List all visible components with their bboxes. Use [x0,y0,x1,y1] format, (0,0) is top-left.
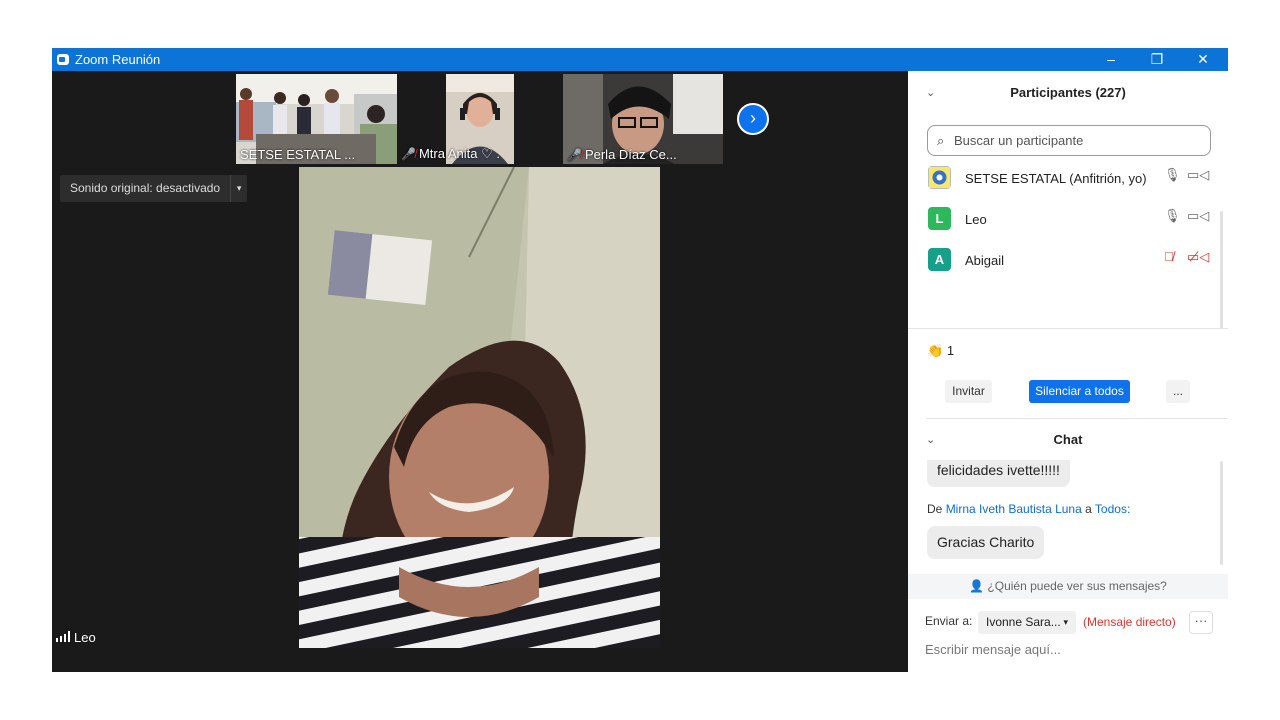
thumbnail-name: 🎤̸ Perla Díaz Ce... [567,147,677,162]
close-button[interactable]: ✕ [1180,48,1226,71]
video-camera-icon[interactable]: ▭◁ [1187,167,1209,183]
recipient-select[interactable]: Ivonne Sara... ▾ [978,611,1076,634]
thumbnail-name: SETSE ESTATAL ... [240,147,356,162]
video-camera-off-icon[interactable]: ▭̸◁ [1187,249,1209,265]
participants-title: Participantes (227) [1010,85,1126,100]
chat-compose-input[interactable]: Escribir mensaje aquí... [925,642,1061,657]
to-prefix: a [1085,502,1092,516]
participant-row-leo[interactable]: L Leo 🎙 ▭◁ [908,200,1218,241]
search-placeholder: Buscar un participante [954,133,1084,148]
speaker-video-feed [299,167,660,648]
chat-title: Chat [1053,432,1083,447]
mic-muted-icon: 🎤̸ [567,148,582,162]
zoom-app-icon [57,54,69,65]
microphone-muted-icon[interactable]: 🎙̸ [1164,249,1174,264]
avatar: A [928,248,951,271]
minimize-button[interactable]: – [1088,48,1134,71]
chat-message: Gracias Charito [927,526,1045,559]
video-camera-icon[interactable]: ▭◁ [1187,208,1209,224]
sender-name[interactable]: Mirna Iveth Bautista Luna [946,502,1082,516]
thumbnail-anita[interactable]: 🎤̸ Mtra Anita ♡ . [397,74,557,164]
thumbnail-setse[interactable]: SETSE ESTATAL ... [236,74,397,164]
next-page-button[interactable]: › [737,103,769,135]
mic-muted-icon: 🎤̸ [401,147,416,161]
chat-header: ⌄ Chat [908,418,1228,462]
chat-more-button[interactable]: ··· [1189,611,1213,634]
zoom-window: Zoom Reunión – ❐ ✕ SETSE ESTATAL ... 🎤̸ … [52,48,1228,672]
collapse-chevron-icon[interactable]: ⌄ [926,418,935,462]
chat-message: felicidades ivette!!!!! [927,460,1070,487]
participant-row-setse[interactable]: SETSE ESTATAL (Anfitrión, yo) 🎙 ▭◁ [908,159,1218,200]
avatar [928,166,951,189]
participant-actions: Invitar Silenciar a todos ... [908,380,1228,406]
thumbnail-name: 🎤̸ Mtra Anita ♡ . [401,146,500,162]
chat-message-header: De Mirna Iveth Bautista Luna a Todos: [927,502,1130,516]
send-to-label: Enviar a: [925,614,973,628]
side-panel: ⌄ Participantes (227) ⌕ Buscar un partic… [908,71,1228,672]
participant-name: Abigail [965,253,1005,268]
window-title: Zoom Reunión [75,52,161,67]
reaction-count: 1 [946,343,955,358]
mute-all-button[interactable]: Silenciar a todos [1029,380,1130,403]
participant-list: SETSE ESTATAL (Anfitrión, yo) 🎙 ▭◁ L Leo… [908,159,1228,279]
original-sound-label[interactable]: Sonido original: desactivado [60,175,230,202]
reaction-counter: 👏 1 [927,343,954,359]
signal-strength-icon [56,630,70,645]
direct-message-label: (Mensaje directo) [1083,615,1176,629]
original-sound-toggle[interactable]: Sonido original: desactivado ▾ [60,175,248,202]
speaker-name-label: Leo [54,628,98,647]
microphone-icon[interactable]: 🎙 [1164,208,1181,224]
participants-scrollbar[interactable] [1220,211,1223,329]
search-icon: ⌕ [937,133,945,148]
chevron-down-icon: ▾ [1063,617,1068,627]
signal-bars [56,631,70,642]
thumbnail-perla[interactable]: 🎤̸ Perla Díaz Ce... [563,74,723,164]
active-speaker-video [299,167,660,648]
video-area: SETSE ESTATAL ... 🎤̸ Mtra Anita ♡ . 🎤̸ P… [52,71,908,672]
speaker-name: Leo [74,630,96,645]
clap-icon: 👏 [927,343,944,358]
who-can-see-text[interactable]: ¿Quién puede ver sus mensajes? [987,579,1166,593]
thumbnail-strip: SETSE ESTATAL ... 🎤̸ Mtra Anita ♡ . 🎤̸ P… [52,71,908,164]
recipient-value: Ivonne Sara... [986,615,1061,629]
participant-name: SETSE ESTATAL (Anfitrión, yo) [965,171,1147,186]
chevron-down-icon[interactable]: ▾ [230,175,247,202]
participant-row-abigail[interactable]: A Abigail 🎙̸ ▭̸◁ [908,241,1218,282]
collapse-chevron-icon[interactable]: ⌄ [926,71,935,115]
host-logo [929,167,950,188]
title-bar: Zoom Reunión – ❐ ✕ [52,48,1228,71]
restore-button[interactable]: ❐ [1134,48,1180,71]
participant-search-input[interactable]: ⌕ Buscar un participante [927,125,1211,156]
thumbnail-name-text: Perla Díaz Ce... [584,147,677,162]
from-prefix: De [927,502,943,516]
bottom-bar [52,648,908,672]
avatar: L [928,207,951,230]
thumbnail-name-text: Mtra Anita ♡ . [418,146,500,161]
microphone-icon[interactable]: 🎙 [1164,167,1181,183]
who-can-see-messages[interactable]: 👤 ¿Quién puede ver sus mensajes? [908,574,1228,599]
chat-scrollbar[interactable] [1220,461,1223,565]
more-options-button[interactable]: ... [1166,380,1190,403]
divider [908,328,1228,329]
participant-name: Leo [965,212,987,227]
participants-header: ⌄ Participantes (227) [908,71,1228,115]
invite-button[interactable]: Invitar [945,380,992,403]
recipient-name[interactable]: Todos: [1095,502,1130,516]
person-lock-icon: 👤 [969,579,985,593]
chat-messages: felicidades ivette!!!!! De Mirna Iveth B… [908,460,1228,574]
